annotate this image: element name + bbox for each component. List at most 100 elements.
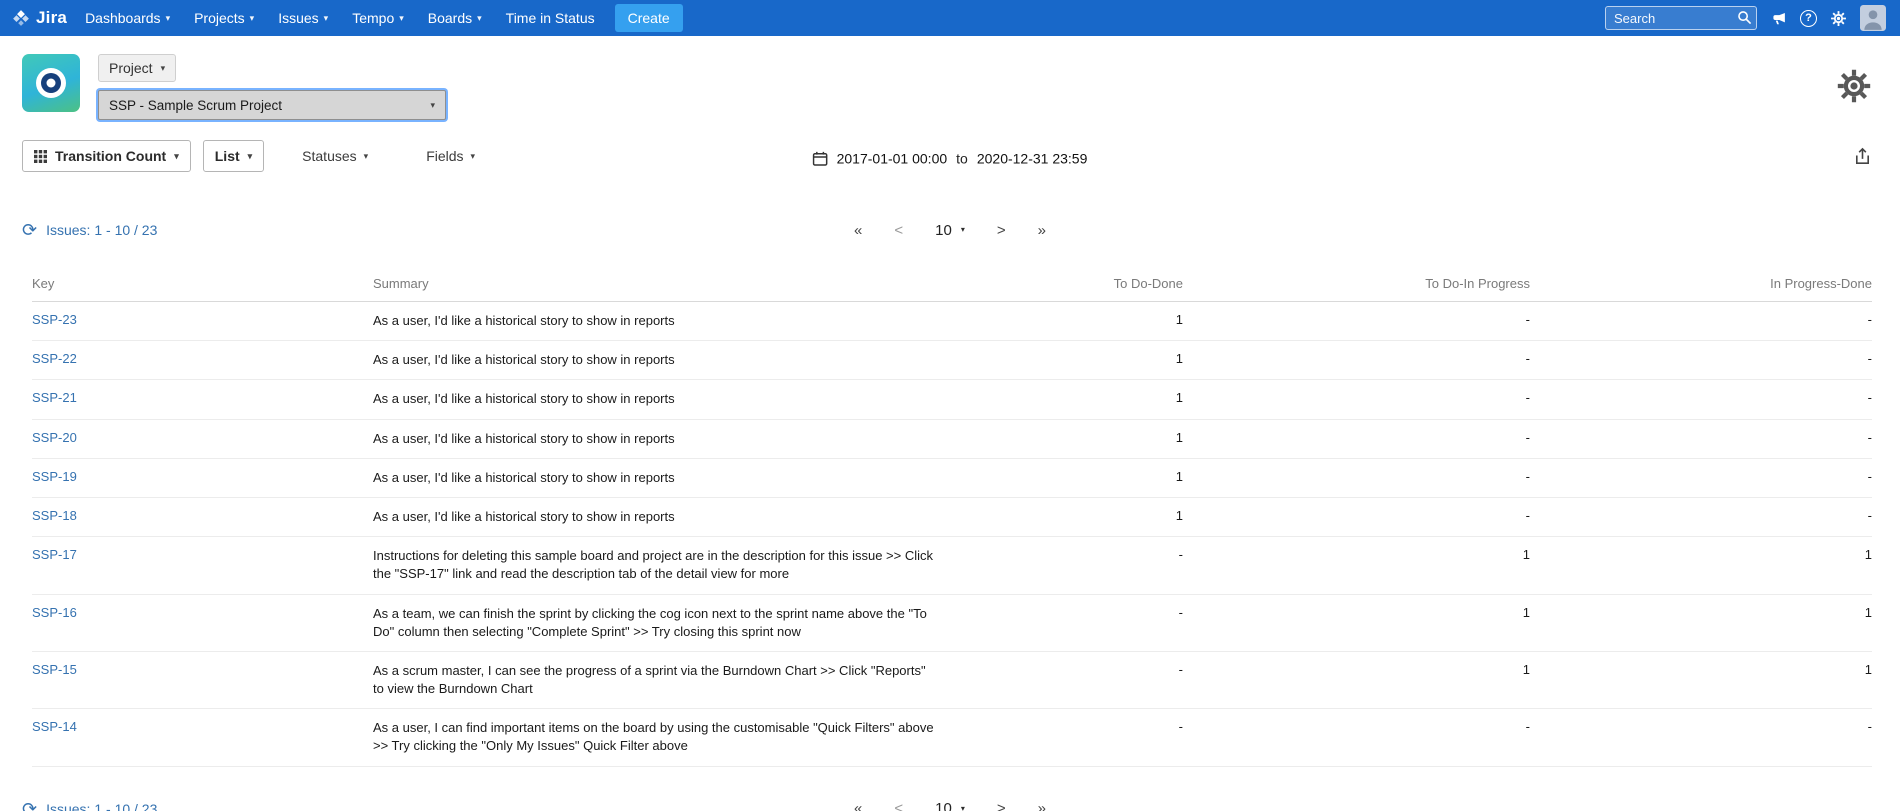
nav-menu-dashboards[interactable]: Dashboards▾ [85, 10, 170, 26]
issue-key-link[interactable]: SSP-19 [32, 469, 77, 484]
pagination-next-button[interactable]: > [997, 800, 1006, 811]
nav-menu-label: Boards [428, 10, 472, 26]
settings-gear-icon[interactable] [1836, 68, 1872, 120]
issue-summary: As a user, I can find important items on… [373, 719, 938, 755]
todo-done-value: - [973, 594, 1183, 651]
column-header-todo-inprogress[interactable]: To Do-In Progress [1183, 270, 1530, 302]
nav-menu-label: Tempo [352, 10, 394, 26]
todo-done-value: 1 [973, 419, 1183, 458]
issue-summary: As a team, we can finish the sprint by c… [373, 605, 938, 641]
page-size-value: 10 [935, 800, 952, 811]
nav-menu-boards[interactable]: Boards▾ [428, 10, 482, 26]
inprogress-done-value: - [1530, 458, 1872, 497]
todo-done-value: 1 [973, 497, 1183, 536]
pagination-first-button[interactable]: « [854, 222, 862, 239]
issue-summary: As a user, I'd like a historical story t… [373, 508, 938, 526]
nav-menu-issues[interactable]: Issues▾ [278, 10, 328, 26]
grid-icon [34, 150, 47, 163]
pagination-next-button[interactable]: > [997, 222, 1006, 239]
todo-inprogress-value: 1 [1183, 537, 1530, 594]
admin-gear-icon[interactable] [1830, 10, 1847, 27]
issues-count-label: Issues: 1 - 10 / 23 [46, 222, 157, 238]
column-header-inprogress-done[interactable]: In Progress-Done [1530, 270, 1872, 302]
export-icon[interactable] [1853, 147, 1872, 166]
create-button[interactable]: Create [615, 4, 683, 32]
calendar-icon[interactable] [813, 151, 828, 166]
issue-key-link[interactable]: SSP-17 [32, 547, 77, 562]
table-row: SSP-15As a scrum master, I can see the p… [32, 651, 1872, 708]
table-row: SSP-20As a user, I'd like a historical s… [32, 419, 1872, 458]
transition-count-dropdown[interactable]: Transition Count ▾ [22, 140, 191, 172]
pagination-prev-button[interactable]: < [894, 800, 903, 811]
search-input[interactable] [1605, 6, 1757, 30]
nav-menu-projects[interactable]: Projects▾ [194, 10, 254, 26]
inprogress-done-value: - [1530, 341, 1872, 380]
table-row: SSP-16 As a team, we can finish the sprin… [32, 594, 1872, 651]
todo-done-value: - [973, 709, 1183, 766]
project-type-dropdown[interactable]: Project ▾ [98, 54, 176, 82]
jira-logo[interactable]: Jira [12, 8, 67, 28]
column-header-todo-done[interactable]: To Do-Done [973, 270, 1183, 302]
project-avatar-face [36, 68, 66, 98]
issue-key-link[interactable]: SSP-18 [32, 508, 77, 523]
refresh-icon[interactable]: ⟳ [22, 800, 37, 811]
issue-key-link[interactable]: SSP-16 [32, 605, 77, 620]
refresh-icon[interactable]: ⟳ [22, 221, 37, 239]
help-icon[interactable]: ? [1800, 10, 1817, 27]
nav-menu-time-in-status[interactable]: Time in Status [506, 10, 595, 26]
issue-summary: As a user, I'd like a historical story t… [373, 390, 938, 408]
nav-menu-label: Time in Status [506, 10, 595, 26]
inprogress-done-value: 1 [1530, 651, 1872, 708]
date-from[interactable]: 2017-01-01 00:00 [837, 150, 948, 166]
nav-menu-label: Issues [278, 10, 318, 26]
inprogress-done-value: - [1530, 380, 1872, 419]
project-type-label: Project [109, 60, 153, 76]
fields-label: Fields [426, 148, 463, 164]
todo-inprogress-value: - [1183, 380, 1530, 419]
help-glyph: ? [1805, 12, 1812, 24]
todo-inprogress-value: - [1183, 458, 1530, 497]
column-header-key[interactable]: Key [32, 270, 373, 302]
issue-key-link[interactable]: SSP-15 [32, 662, 77, 677]
pagination-last-button[interactable]: » [1038, 800, 1046, 811]
todo-done-value: 1 [973, 302, 1183, 341]
announcement-icon[interactable] [1770, 10, 1787, 27]
nav-menu-tempo[interactable]: Tempo▾ [352, 10, 404, 26]
navbar-menus: Dashboards▾ Projects▾ Issues▾ Tempo▾ Boards▾… [85, 10, 595, 26]
inprogress-done-value: - [1530, 497, 1872, 536]
inprogress-done-value: - [1530, 302, 1872, 341]
issue-key-link[interactable]: SSP-23 [32, 312, 77, 327]
inprogress-done-value: - [1530, 709, 1872, 766]
project-header: Project ▾ SSP - Sample Scrum Project ▾ [0, 36, 1900, 130]
chevron-down-icon: ▾ [161, 64, 166, 73]
inprogress-done-value: - [1530, 419, 1872, 458]
pagination-prev-button[interactable]: < [894, 222, 903, 239]
date-separator: to [956, 150, 968, 166]
transition-count-label: Transition Count [55, 148, 166, 164]
view-dropdown[interactable]: List ▾ [203, 140, 264, 172]
fields-dropdown[interactable]: Fields ▾ [426, 148, 475, 164]
project-avatar [22, 54, 80, 112]
issue-key-link[interactable]: SSP-14 [32, 719, 77, 734]
pagination-top: « < 10 ▾ > » [854, 222, 1046, 239]
page-size-dropdown[interactable]: 10 ▾ [935, 800, 965, 811]
search-icon[interactable] [1737, 10, 1752, 25]
chevron-down-icon: ▾ [248, 152, 253, 161]
project-select[interactable]: SSP - Sample Scrum Project ▾ [98, 90, 446, 120]
issue-key-link[interactable]: SSP-20 [32, 430, 77, 445]
transition-count-table: Key Summary To Do-Done To Do-In Progress… [32, 270, 1872, 767]
issue-key-link[interactable]: SSP-22 [32, 351, 77, 366]
issue-key-link[interactable]: SSP-21 [32, 390, 77, 405]
column-header-summary[interactable]: Summary [373, 270, 973, 302]
table-row: SSP-18 As a user, I'd like a historical s… [32, 497, 1872, 536]
page-size-dropdown[interactable]: 10 ▾ [935, 222, 965, 239]
navbar-right: ? [1605, 5, 1886, 31]
user-avatar[interactable] [1860, 5, 1886, 31]
issue-summary: As a user, I'd like a historical story t… [373, 351, 938, 369]
pagination-first-button[interactable]: « [854, 800, 862, 811]
date-to[interactable]: 2020-12-31 23:59 [977, 150, 1088, 166]
chevron-down-icon: ▾ [174, 152, 179, 161]
project-select-value: SSP - Sample Scrum Project [109, 98, 282, 113]
pagination-last-button[interactable]: » [1038, 222, 1046, 239]
statuses-dropdown[interactable]: Statuses ▾ [302, 148, 368, 164]
